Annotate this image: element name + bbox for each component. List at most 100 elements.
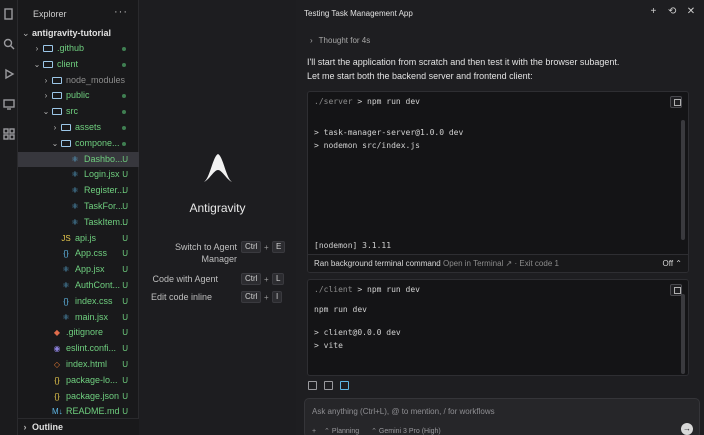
more-actions-icon[interactable]: ··· — [114, 6, 128, 18]
close-icon[interactable]: ✕ — [684, 6, 698, 17]
tree-item[interactable]: ⌄ src — [18, 104, 139, 119]
tree-item[interactable]: › public — [18, 88, 139, 103]
tree-item-label: compone... — [75, 137, 120, 148]
tree-item[interactable]: {} package-lo... U — [18, 373, 139, 388]
assistant-message-line: Let me start both the backend server and… — [307, 71, 533, 81]
tree-item[interactable]: ⌄ client — [18, 57, 139, 72]
react-file-icon: ⚛ — [62, 265, 70, 275]
git-status-badge: U — [122, 265, 128, 275]
tree-item[interactable]: ◉ eslint.confi... U — [18, 341, 139, 356]
chevron-right-icon: › — [44, 91, 48, 101]
folder-icon — [61, 139, 71, 147]
git-status-badge: U — [122, 360, 128, 369]
tree-item-label: Dashbo... — [84, 153, 123, 164]
git-status-badge: U — [122, 328, 128, 338]
image-icon[interactable] — [324, 381, 333, 390]
copy-button[interactable] — [670, 96, 682, 108]
tree-item-label: src — [66, 106, 78, 117]
react-file-icon: ⚛ — [62, 281, 70, 290]
tree-item[interactable]: ⚛ TaskItem... U — [18, 215, 139, 230]
tree-item[interactable]: ◇ index.html U — [18, 357, 139, 372]
git-status-dot — [122, 62, 126, 67]
tree-item[interactable]: {} package.json U — [18, 389, 139, 404]
assistant-message-line: I'll start the application from scratch … — [307, 57, 620, 67]
chat-input[interactable]: Ask anything (Ctrl+L), @ to mention, / f… — [304, 398, 700, 435]
activity-bar — [0, 0, 18, 435]
tree-item[interactable]: ⚛ Login.jsx U — [18, 167, 139, 182]
chevron-down-icon: ⌄ — [33, 59, 41, 69]
auto-run-toggle[interactable]: Off ⌃ — [663, 255, 682, 272]
terminal-scrollbar[interactable] — [681, 120, 685, 240]
chevron-up-icon: ⌃ — [324, 428, 330, 435]
tree-item[interactable]: {} index.css U — [18, 294, 139, 309]
tree-item[interactable]: ⚛ Dashbo... U — [18, 151, 139, 167]
chevron-down-icon: ⌄ — [51, 138, 59, 148]
git-status-dot — [122, 126, 126, 130]
react-file-icon: ⚛ — [71, 170, 79, 180]
shortcut-switch-agent-manager[interactable]: Switch to Agent Manager — [147, 242, 237, 264]
send-button[interactable]: → — [681, 423, 693, 435]
tree-item[interactable]: › assets — [18, 120, 139, 135]
kbd-plus: + — [264, 275, 269, 284]
shortcut-edit-code-inline[interactable]: Edit code inline — [147, 292, 212, 302]
open-in-terminal-link[interactable]: Open in Terminal — [443, 259, 503, 268]
git-status-badge: U — [122, 375, 128, 385]
mode-selector[interactable]: Planning — [332, 428, 359, 435]
tree-item[interactable]: ⚛ Register... U — [18, 183, 139, 198]
external-link-icon: ↗ — [505, 259, 513, 268]
kbd-plus: + — [264, 243, 269, 252]
tree-item-label: .gitignore — [66, 327, 104, 338]
chat-input-placeholder: Ask anything (Ctrl+L), @ to mention, / f… — [312, 407, 495, 416]
terminal-line: > task-manager-server@1.0.0 dev — [314, 128, 464, 137]
tree-item[interactable]: ⚛ AuthCont... U — [18, 278, 139, 293]
brand-name: Antigravity — [189, 201, 246, 215]
json-file-icon: {} — [54, 391, 60, 401]
tree-item[interactable]: › node_modules — [18, 73, 139, 88]
shortcut-code-with-agent[interactable]: Code with Agent — [147, 274, 218, 284]
input-toolbar: + ⌃ Planning ⌃ Gemini 3 Pro (High) — [312, 427, 441, 435]
terminal-line: > vite — [314, 341, 343, 350]
search-icon[interactable] — [3, 38, 15, 50]
tree-item-label: Login.jsx — [84, 169, 120, 180]
tree-item[interactable]: JS api.js U — [18, 231, 139, 246]
git-status-badge: U — [122, 217, 128, 227]
chevron-right-icon: › — [53, 123, 57, 132]
extensions-icon[interactable] — [3, 128, 15, 140]
git-status-badge: U — [122, 202, 128, 211]
terminal-scrollbar[interactable] — [681, 294, 685, 374]
chevron-down-icon: ⌄ — [42, 107, 50, 117]
tree-item-label: node_modules — [66, 74, 126, 85]
git-status-dot — [122, 141, 126, 146]
tree-item-label: package.json — [66, 390, 120, 401]
model-selector[interactable]: Gemini 3 Pro (High) — [379, 428, 441, 435]
history-icon[interactable]: ⟲ — [665, 6, 679, 17]
git-status-badge: U — [122, 233, 128, 243]
tree-item-label: api.js — [75, 232, 97, 243]
tree-item-label: client — [57, 58, 79, 69]
javascript-file-icon: JS — [61, 233, 71, 243]
new-chat-button[interactable]: + — [646, 6, 660, 17]
outline-section[interactable]: › Outline — [18, 418, 139, 435]
folder-icon — [43, 45, 53, 52]
files-icon[interactable] — [3, 8, 15, 20]
react-file-icon: ⚛ — [71, 202, 79, 211]
tree-item[interactable]: ⌄ compone... — [18, 136, 139, 151]
remote-icon[interactable] — [3, 98, 15, 110]
tree-item[interactable]: ⚛ App.jsx U — [18, 262, 139, 277]
thought-toggle[interactable]: › Thought for 4s — [310, 36, 370, 45]
tree-item[interactable]: {} App.css U — [18, 246, 139, 261]
workspace-root[interactable]: ⌄ antigravity-tutorial — [22, 28, 111, 39]
add-context-button[interactable]: + — [312, 428, 316, 435]
kbd-key: E — [272, 241, 286, 253]
tree-item[interactable]: › .github — [18, 41, 139, 56]
explorer-title: Explorer — [33, 9, 67, 19]
run-debug-icon[interactable] — [3, 68, 15, 80]
browser-icon[interactable] — [340, 381, 349, 390]
git-file-icon: ◆ — [53, 328, 61, 338]
file-icon[interactable] — [308, 381, 317, 390]
git-status-badge: U — [122, 281, 128, 290]
tree-item-label: App.css — [75, 248, 108, 259]
tree-item[interactable]: ⚛ TaskFor... U — [18, 199, 139, 214]
tree-item[interactable]: ⚛ main.jsx U — [18, 310, 139, 325]
tree-item[interactable]: ◆ .gitignore U — [18, 325, 139, 340]
